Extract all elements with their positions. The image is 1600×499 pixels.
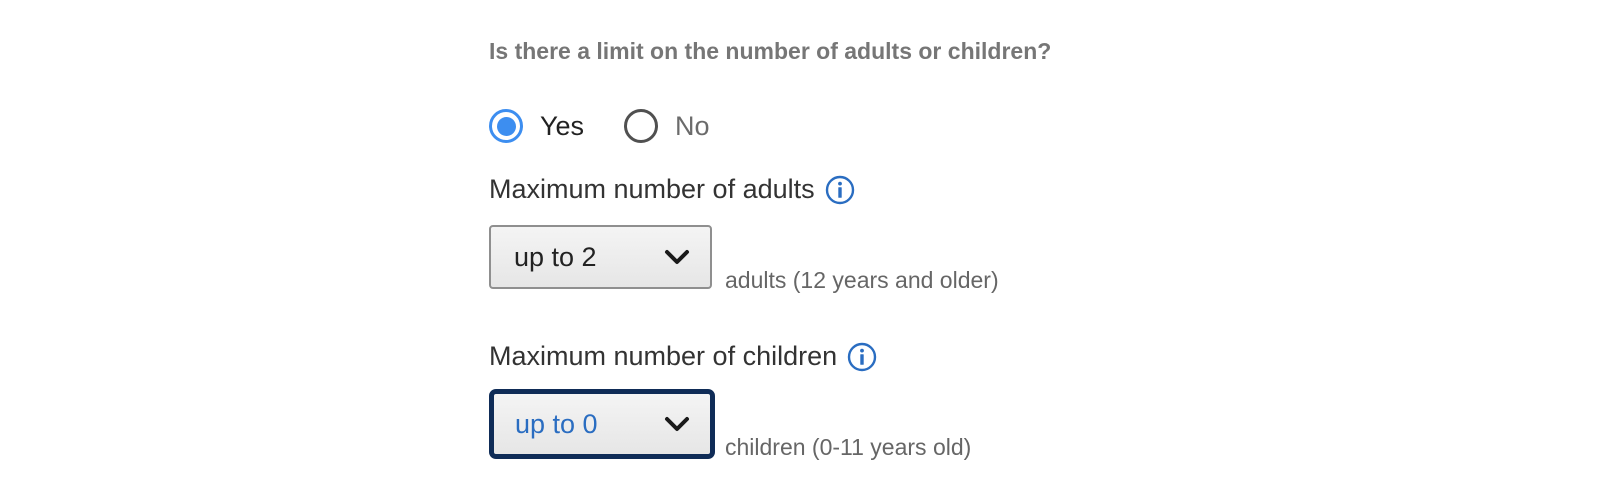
radio-option-yes[interactable]: Yes [489, 109, 584, 143]
radio-yes-label[interactable]: Yes [540, 111, 584, 142]
radio-no-label[interactable]: No [675, 111, 710, 142]
radio-yes-indicator[interactable] [489, 109, 523, 143]
chevron-down-icon [665, 417, 689, 431]
info-icon[interactable] [847, 342, 877, 372]
max-children-field: Maximum number of children [489, 341, 877, 372]
adults-unit-text: adults (12 years and older) [725, 267, 999, 293]
radio-option-no[interactable]: No [624, 109, 710, 143]
max-children-select-value: up to 0 [515, 408, 598, 439]
limit-question: Is there a limit on the number of adults… [489, 38, 1052, 64]
max-adults-select-value: up to 2 [514, 241, 597, 272]
max-adults-label: Maximum number of adults [489, 174, 815, 204]
max-adults-select[interactable]: up to 2 [489, 225, 712, 289]
max-children-select[interactable]: up to 0 [489, 389, 715, 459]
chevron-down-icon [665, 250, 689, 264]
limit-radio-group: Yes No [489, 106, 710, 146]
info-icon[interactable] [825, 175, 855, 205]
max-adults-field: Maximum number of adults [489, 174, 855, 205]
radio-no-indicator[interactable] [624, 109, 659, 143]
children-unit-text: children (0-11 years old) [725, 434, 972, 460]
max-children-label: Maximum number of children [489, 341, 838, 371]
